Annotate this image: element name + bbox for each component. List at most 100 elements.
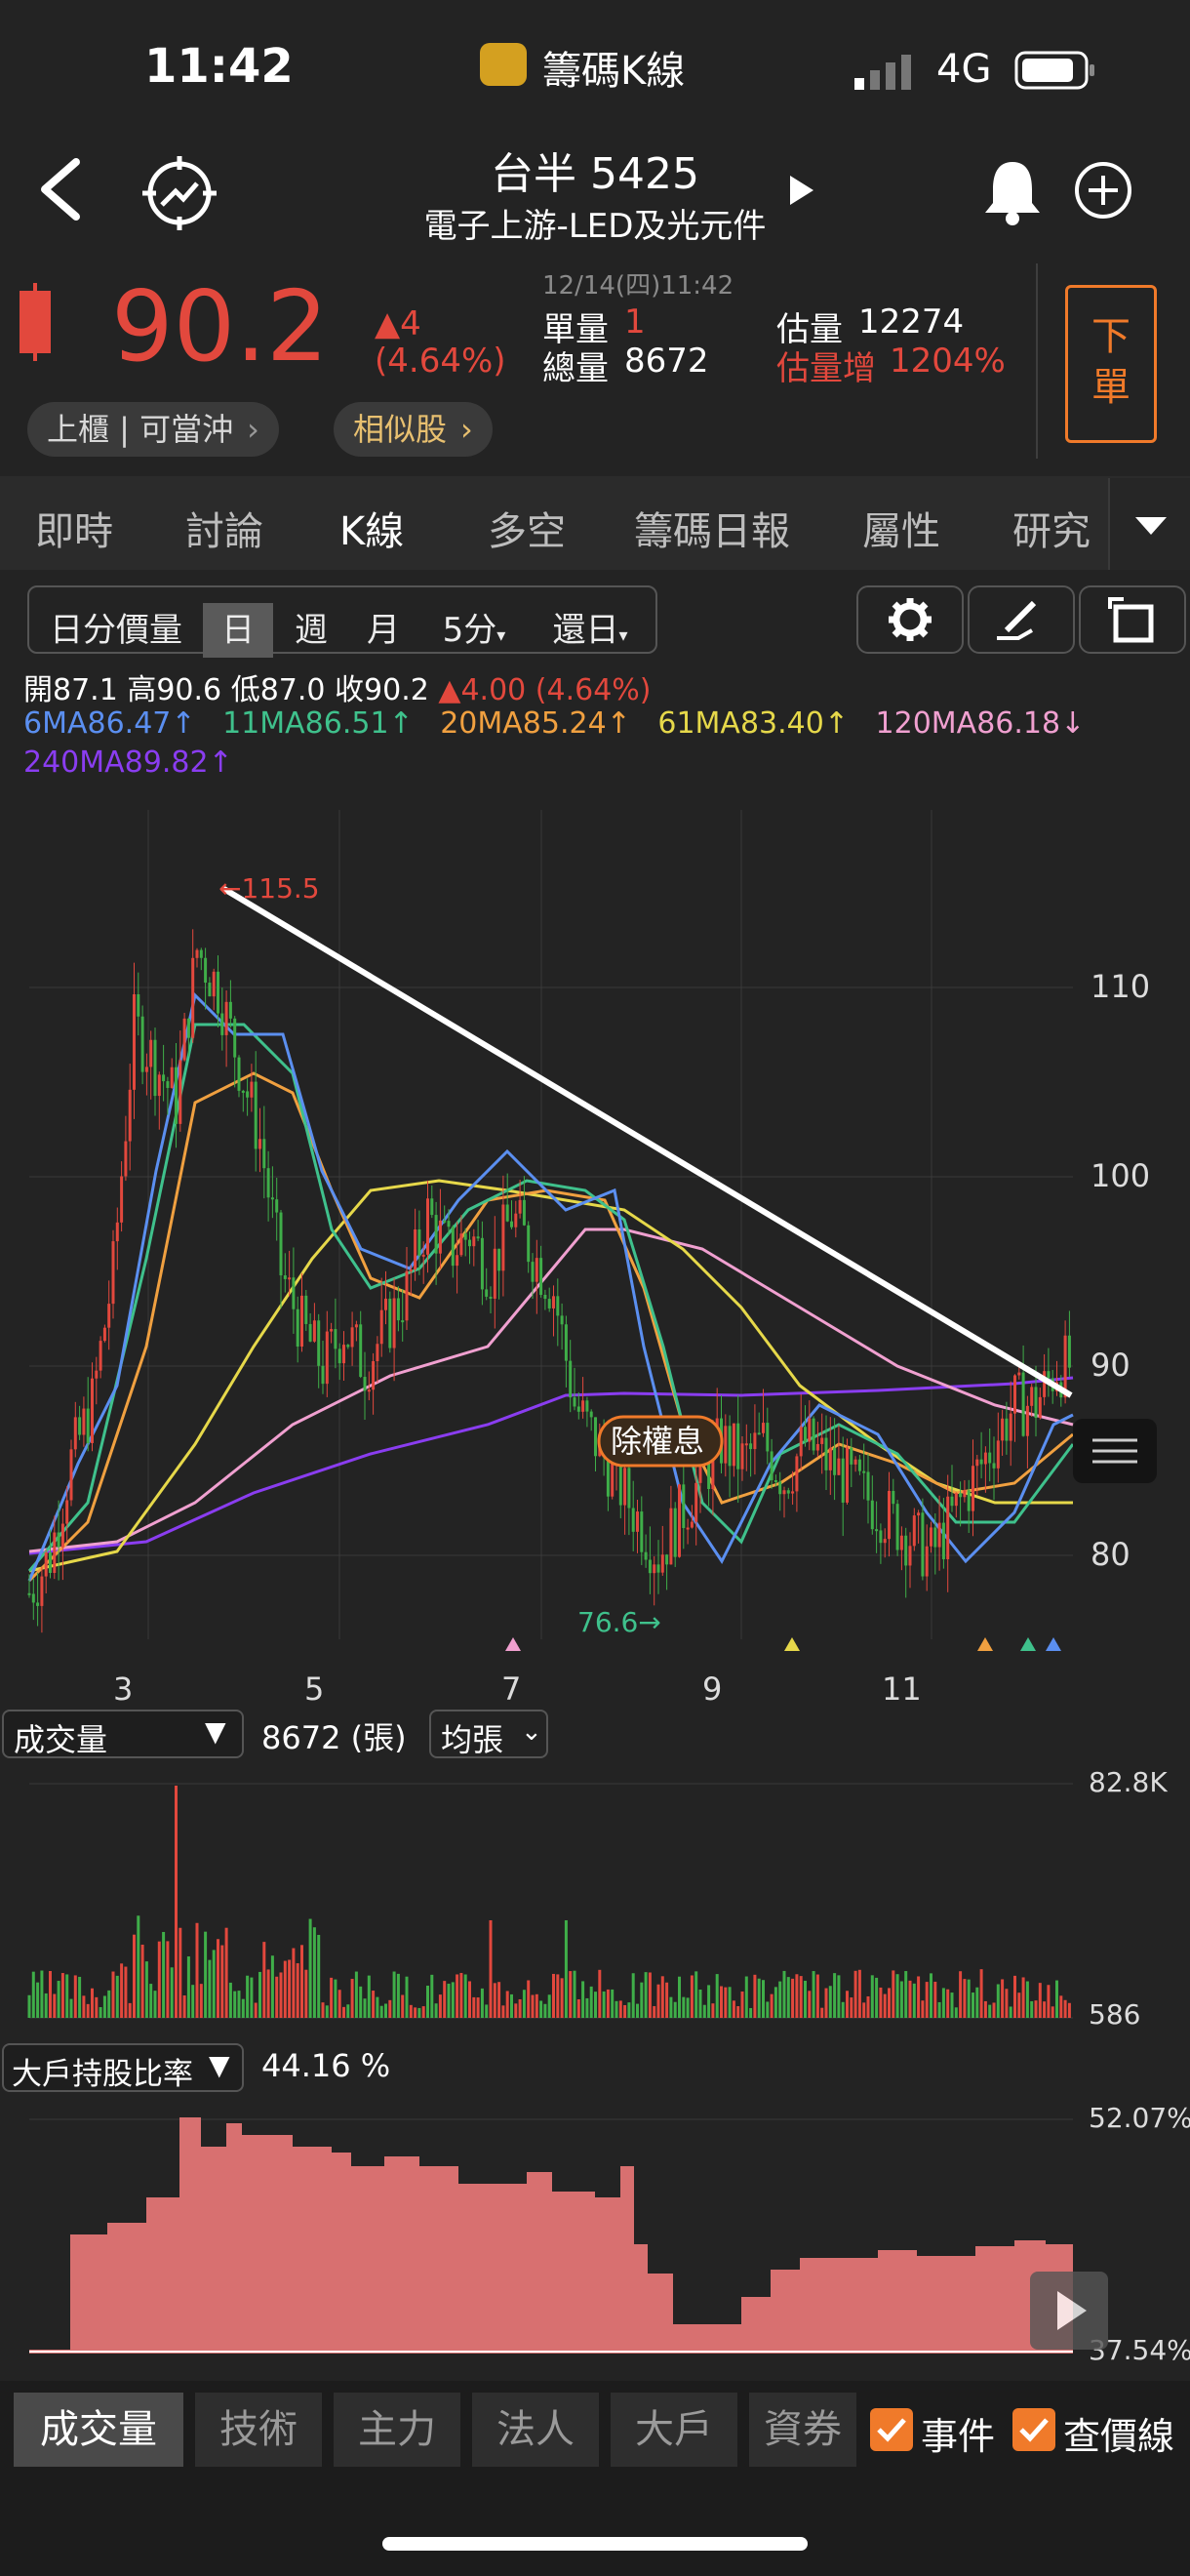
tab-discussion[interactable]: 討論 xyxy=(185,500,263,556)
volume-bar xyxy=(401,1994,405,2018)
volume-bar xyxy=(254,2002,258,2018)
volume-bar xyxy=(144,1961,148,2018)
candle xyxy=(795,1456,799,1492)
candle xyxy=(954,1493,958,1507)
candle xyxy=(175,1067,178,1124)
tab-bull-bear[interactable]: 多空 xyxy=(488,500,566,556)
volume-bar xyxy=(342,2006,345,2018)
candle xyxy=(279,1212,283,1276)
period-5min[interactable]: 5分▾ xyxy=(425,603,523,658)
candle xyxy=(111,1241,115,1305)
volume-bar xyxy=(653,2005,656,2018)
holder-selector[interactable]: 大戶持股比率 ▼ xyxy=(2,2043,244,2092)
period-monthly[interactable]: 月 xyxy=(351,603,416,658)
candle xyxy=(342,1345,345,1364)
bottom-tab-big-holder[interactable]: 大戶 xyxy=(611,2393,737,2467)
kline-chart[interactable]: ←115.5 76.6→ 除權息 xyxy=(0,800,1190,1678)
volume-bar xyxy=(774,1987,777,2018)
holder-ratio-chart[interactable] xyxy=(0,2108,1083,2371)
tab-more-button[interactable] xyxy=(1108,478,1190,570)
event-checkbox[interactable] xyxy=(870,2408,913,2451)
volume-bar xyxy=(430,1974,434,2018)
candle xyxy=(925,1546,929,1577)
candle xyxy=(556,1296,560,1316)
volume-bar xyxy=(417,2007,421,2018)
avg-volume-toggle[interactable]: 均張 ⌄ xyxy=(429,1710,548,1758)
tab-research[interactable]: 研究 xyxy=(1012,500,1091,556)
y-tick-80: 80 xyxy=(1091,1536,1130,1573)
period-weekly[interactable]: 週 xyxy=(279,603,343,658)
tab-chip-daily[interactable]: 籌碼日報 xyxy=(634,500,790,556)
candle xyxy=(1021,1372,1025,1436)
check-icon xyxy=(877,2418,906,2442)
candle xyxy=(569,1360,573,1398)
candle xyxy=(690,1521,694,1528)
rotate-screen-button[interactable] xyxy=(1079,585,1186,654)
volume-bar xyxy=(715,1974,719,2018)
volume-bar xyxy=(270,1955,274,2018)
tab-realtime[interactable]: 即時 xyxy=(35,500,113,556)
candle xyxy=(975,1459,979,1467)
candle xyxy=(1047,1371,1051,1379)
volume-bar xyxy=(497,1982,501,2018)
volume-bar xyxy=(468,1981,471,2018)
volume-selector[interactable]: 成交量 ▼ xyxy=(2,1710,244,1758)
candle xyxy=(228,1001,232,1019)
volume-bar xyxy=(875,1977,879,2018)
period-daily[interactable]: 日 xyxy=(203,603,273,658)
volume-bar xyxy=(346,2004,350,2018)
candle xyxy=(892,1490,895,1505)
candle xyxy=(1043,1371,1047,1397)
volume-chart[interactable] xyxy=(0,1776,1083,2030)
ma6-value: 6MA86.47↑ xyxy=(23,706,196,741)
candle xyxy=(669,1508,673,1565)
candle xyxy=(388,1298,392,1348)
candle xyxy=(941,1522,945,1560)
volume-bar xyxy=(367,1975,371,2018)
candle xyxy=(799,1427,803,1457)
chart-settings-button[interactable] xyxy=(856,585,964,654)
tab-attribute[interactable]: 屬性 xyxy=(862,500,940,556)
candle xyxy=(694,1482,698,1522)
candle xyxy=(979,1459,983,1465)
bottom-tab-margin[interactable]: 資券 xyxy=(749,2393,856,2467)
bottom-tab-volume[interactable]: 成交量 xyxy=(14,2393,183,2467)
similar-stock-tag[interactable]: 相似股 › xyxy=(334,402,493,457)
bottom-tab-technical[interactable]: 技術 xyxy=(195,2393,322,2467)
volume-bar xyxy=(1038,1983,1042,2018)
price-line-checkbox[interactable] xyxy=(1012,2408,1055,2451)
volume-bar xyxy=(325,2005,329,2018)
volume-bar xyxy=(581,1981,585,2018)
ma11-value: 11MA86.51↑ xyxy=(222,706,414,741)
bottom-tab-main-force[interactable]: 主力 xyxy=(334,2393,460,2467)
play-replay-button[interactable] xyxy=(1030,2272,1108,2350)
volume-bar xyxy=(975,1987,979,2018)
volume-bar xyxy=(1043,2001,1047,2018)
next-stock-button[interactable] xyxy=(788,174,815,207)
volume-bar xyxy=(766,2001,770,2018)
open-label: 開 xyxy=(23,673,53,707)
volume-bar xyxy=(476,1997,480,2018)
market-tag[interactable]: 上櫃 | 可當沖 › xyxy=(27,402,279,457)
event-checkbox-label: 事件 xyxy=(921,2415,996,2458)
alert-bell-button[interactable] xyxy=(981,156,1044,226)
candle xyxy=(996,1440,1000,1469)
volume-bar xyxy=(702,2004,706,2018)
tab-kline[interactable]: K線 xyxy=(339,500,404,556)
candle xyxy=(128,1089,132,1142)
candle xyxy=(476,1236,480,1239)
candle xyxy=(359,1324,363,1378)
volume-bar xyxy=(543,2003,547,2018)
candle xyxy=(753,1432,757,1450)
add-watchlist-button[interactable] xyxy=(1073,160,1133,221)
candle xyxy=(233,1018,237,1058)
order-button[interactable]: 下單 xyxy=(1065,285,1157,443)
bottom-tab-institution[interactable]: 法人 xyxy=(472,2393,599,2467)
candle xyxy=(82,1408,86,1435)
volume-bar xyxy=(258,1971,261,2018)
chart-resize-handle[interactable] xyxy=(1073,1419,1157,1483)
period-intraday[interactable]: 日分價量 xyxy=(43,603,189,658)
candle xyxy=(451,1227,455,1267)
period-adjust[interactable]: 還日▾ xyxy=(536,603,644,658)
draw-tool-button[interactable] xyxy=(968,585,1075,654)
